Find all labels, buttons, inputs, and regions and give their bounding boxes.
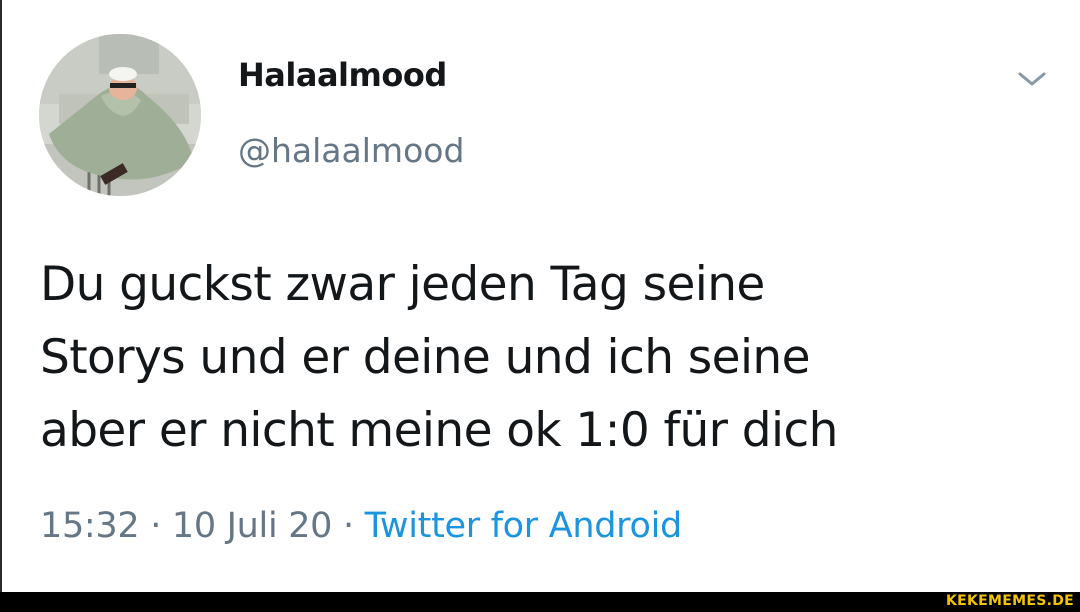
tweet-text-line: aber er nicht meine ok 1:0 für dich [40,403,838,458]
tweet-date[interactable]: 10 Juli 20 [172,506,333,546]
avatar[interactable] [39,34,201,196]
chevron-down-icon[interactable] [1012,64,1052,94]
footer-bar: KEKEMEMES.DE [0,592,1080,612]
user-handle[interactable]: @halaalmood [238,131,464,170]
tweet-time[interactable]: 15:32 [40,506,140,546]
display-name[interactable]: Halaalmood [238,56,447,94]
watermark: KEKEMEMES.DE [945,593,1074,609]
avatar-image [39,34,201,196]
tweet-source-link[interactable]: Twitter for Android [365,506,683,546]
tweet-text-line: Du guckst zwar jeden Tag seine [40,257,765,312]
meta-separator: · [342,506,354,546]
tweet-meta: 15:32 · 10 Juli 20 · Twitter for Android [40,506,682,546]
tweet-text-line: Storys und er deine und ich seine [40,330,811,385]
meta-separator: · [150,506,162,546]
tweet-text: Du guckst zwar jeden Tag seine Storys un… [40,248,1070,467]
tweet-card: Halaalmood @halaalmood Du guckst zwar je… [0,0,1080,592]
